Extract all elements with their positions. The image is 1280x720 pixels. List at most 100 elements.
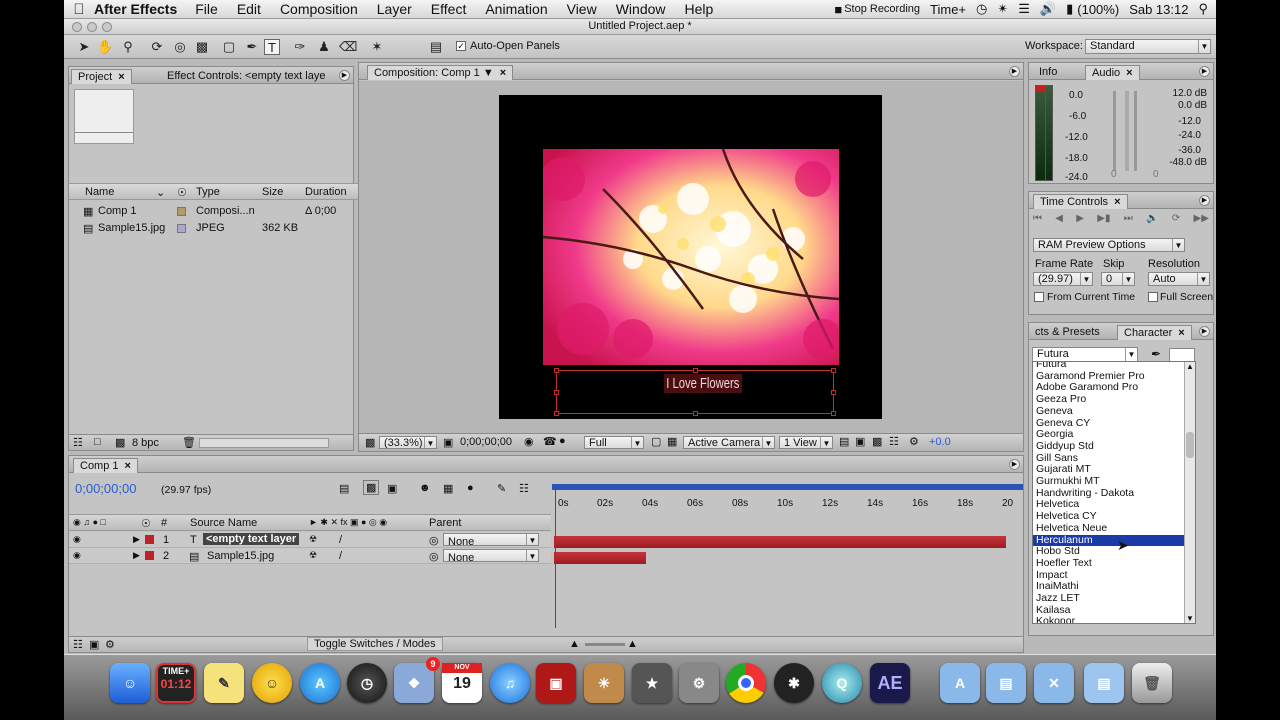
composition-viewer[interactable]: I Love Flowers — [359, 81, 1023, 433]
timecode-value[interactable]: 0;00;00;00 — [460, 436, 512, 448]
volume-icon[interactable]: 🔊 — [1040, 1, 1056, 17]
handle-icon[interactable] — [554, 411, 559, 416]
rotation-tool-icon[interactable]: ⟳ — [149, 39, 165, 55]
view-layout-select[interactable]: 1 View ▼ — [779, 436, 833, 449]
comp-mini-flowchart-icon[interactable]: ▩ — [363, 480, 380, 495]
col-source-name[interactable]: Source Name — [190, 517, 257, 529]
tab-effects-presets[interactable]: cts & Presets — [1029, 325, 1106, 340]
handle-icon[interactable] — [831, 368, 836, 373]
calendar-icon[interactable]: NOV 19 — [442, 663, 482, 703]
handle-icon[interactable] — [693, 368, 698, 373]
timeline-graph-area[interactable]: 0s 02s 04s 06s 08s 10s 12s 14s 16s 18s 2… — [552, 474, 1023, 634]
zoom-in-icon[interactable]: ▲ — [627, 638, 638, 650]
close-icon[interactable]: × — [1178, 327, 1184, 339]
expand-triangle-icon[interactable]: ▶ — [133, 550, 140, 561]
menu-view[interactable]: View — [567, 1, 597, 17]
quality-switch-icon[interactable]: / — [339, 534, 342, 546]
layer-switches-icon[interactable]: ☷ — [73, 638, 83, 651]
timeline-icon[interactable]: ▩ — [872, 435, 882, 448]
system-preferences-icon[interactable]: ⚙ — [679, 663, 719, 703]
messenger-icon[interactable]: ☺ — [252, 663, 292, 703]
panel-menu-icon[interactable]: ▶ — [1009, 459, 1020, 470]
text-layer-content[interactable]: I Love Flowers — [664, 374, 742, 393]
timeline-zoom-slider[interactable] — [585, 643, 625, 646]
fill-color-swatch[interactable] — [1169, 348, 1195, 362]
current-time-indicator[interactable] — [555, 484, 556, 628]
stop-recording-icon[interactable]: ■ — [834, 2, 842, 17]
quicktime-icon[interactable]: Q — [822, 663, 862, 703]
layer-2-duration-bar[interactable] — [554, 552, 646, 564]
scroll-thumb[interactable] — [1186, 432, 1194, 458]
stickies-icon[interactable]: ✎ — [204, 663, 244, 703]
layer-name[interactable]: <empty text layer — [203, 533, 300, 545]
col-name[interactable]: Name — [85, 186, 114, 198]
layer-1-duration-bar[interactable] — [554, 536, 1006, 548]
panel-toggle-icon[interactable]: ▤ — [428, 39, 444, 55]
parent-select[interactable]: None ▼ — [443, 533, 539, 546]
tab-audio[interactable]: Audio × — [1085, 65, 1140, 80]
new-folder-icon[interactable]: □ — [94, 436, 101, 448]
pan-behind-tool-icon[interactable]: ▩ — [194, 39, 210, 55]
menu-window[interactable]: Window — [616, 1, 666, 17]
new-comp-icon[interactable]: ▩ — [115, 436, 125, 449]
clock-icon[interactable]: ◷ — [347, 663, 387, 703]
stop-recording-label[interactable]: Stop Recording — [844, 3, 920, 15]
scroll-down-icon[interactable]: ▼ — [1186, 614, 1194, 623]
audio-slider-center[interactable] — [1125, 91, 1129, 171]
resolution-select[interactable]: Auto ▼ — [1148, 272, 1210, 286]
selection-tool-icon[interactable]: ➤ — [76, 39, 92, 55]
close-icon[interactable]: × — [125, 460, 131, 472]
menu-layer[interactable]: Layer — [377, 1, 412, 17]
font-option[interactable]: Gurmukhi MT — [1033, 475, 1195, 488]
photo-booth-icon[interactable]: ▣ — [536, 663, 576, 703]
tab-time-controls[interactable]: Time Controls × — [1033, 194, 1128, 209]
exposure-reset-icon[interactable]: ⚙ — [909, 435, 919, 448]
audio-slider-right[interactable] — [1134, 91, 1137, 171]
spotlight-icon[interactable]: ⚲ — [1198, 1, 1208, 17]
handle-icon[interactable] — [554, 368, 559, 373]
tab-timeline-comp1[interactable]: Comp 1 × — [73, 458, 138, 473]
layer-row-1[interactable]: ◉ ▶ 1 T <empty text layer ☢ / ◎ None ▼ — [69, 532, 551, 548]
trash-icon[interactable]: 🗑 — [1132, 663, 1172, 703]
mute-audio-icon[interactable]: 🔈 — [1146, 213, 1158, 228]
flowchart-icon[interactable]: ☷ — [889, 435, 899, 448]
apple-icon[interactable]:  — [64, 1, 94, 18]
fast-previews-icon[interactable]: ▣ — [855, 435, 865, 448]
font-option[interactable]: Giddyup Std — [1033, 440, 1195, 453]
trash-icon[interactable]: 🗑 — [182, 436, 196, 449]
previous-frame-icon[interactable]: ◀ — [1055, 213, 1063, 228]
app-store-icon[interactable]: A — [300, 663, 340, 703]
close-icon[interactable]: × — [1114, 196, 1120, 208]
minimize-window-icon[interactable] — [87, 22, 97, 32]
font-option[interactable]: Hoefler Text — [1033, 557, 1195, 570]
menu-file[interactable]: File — [195, 1, 218, 17]
panel-menu-icon[interactable]: ▶ — [1199, 66, 1210, 77]
collapse-switch-icon[interactable]: ☢ — [309, 534, 317, 545]
ram-preview-icon[interactable]: ▶▶ — [1194, 213, 1209, 228]
tab-info[interactable]: Info — [1033, 65, 1063, 80]
video-eye-icon[interactable]: ◉ — [73, 534, 81, 545]
preview-icon[interactable]: ❖ 9 — [394, 657, 440, 703]
time-machine-icon[interactable]: ◷ — [976, 1, 987, 17]
clone-stamp-tool-icon[interactable]: ♟ — [316, 39, 332, 55]
after-effects-icon[interactable]: AE — [870, 663, 910, 703]
brush-tool-icon[interactable]: ✑ — [292, 39, 308, 55]
show-snapshot-icon[interactable]: ☎ — [543, 435, 557, 448]
bluetooth-icon[interactable]: ✴ — [997, 1, 1008, 17]
blackberry-icon[interactable]: ✱ — [774, 663, 814, 703]
video-eye-icon[interactable]: ◉ — [73, 550, 81, 561]
region-of-interest-icon[interactable]: ▢ — [651, 435, 661, 448]
quality-switch-icon[interactable]: / — [339, 550, 342, 562]
menu-edit[interactable]: Edit — [237, 1, 261, 17]
close-icon[interactable]: × — [118, 71, 124, 83]
transfer-controls-icon[interactable]: ▣ — [89, 638, 99, 651]
project-scrollbar[interactable] — [199, 438, 329, 448]
flower-image[interactable] — [543, 149, 839, 365]
menu-help[interactable]: Help — [685, 1, 714, 17]
motion-blur-icon[interactable]: ● — [467, 482, 474, 494]
expand-triangle-icon[interactable]: ▶ — [133, 534, 140, 545]
loop-icon[interactable]: ⟳ — [1172, 213, 1180, 228]
audio-slider-left[interactable] — [1113, 91, 1116, 171]
layer-label-color[interactable] — [145, 535, 154, 544]
title-action-safe-icon[interactable]: ▣ — [443, 436, 453, 449]
